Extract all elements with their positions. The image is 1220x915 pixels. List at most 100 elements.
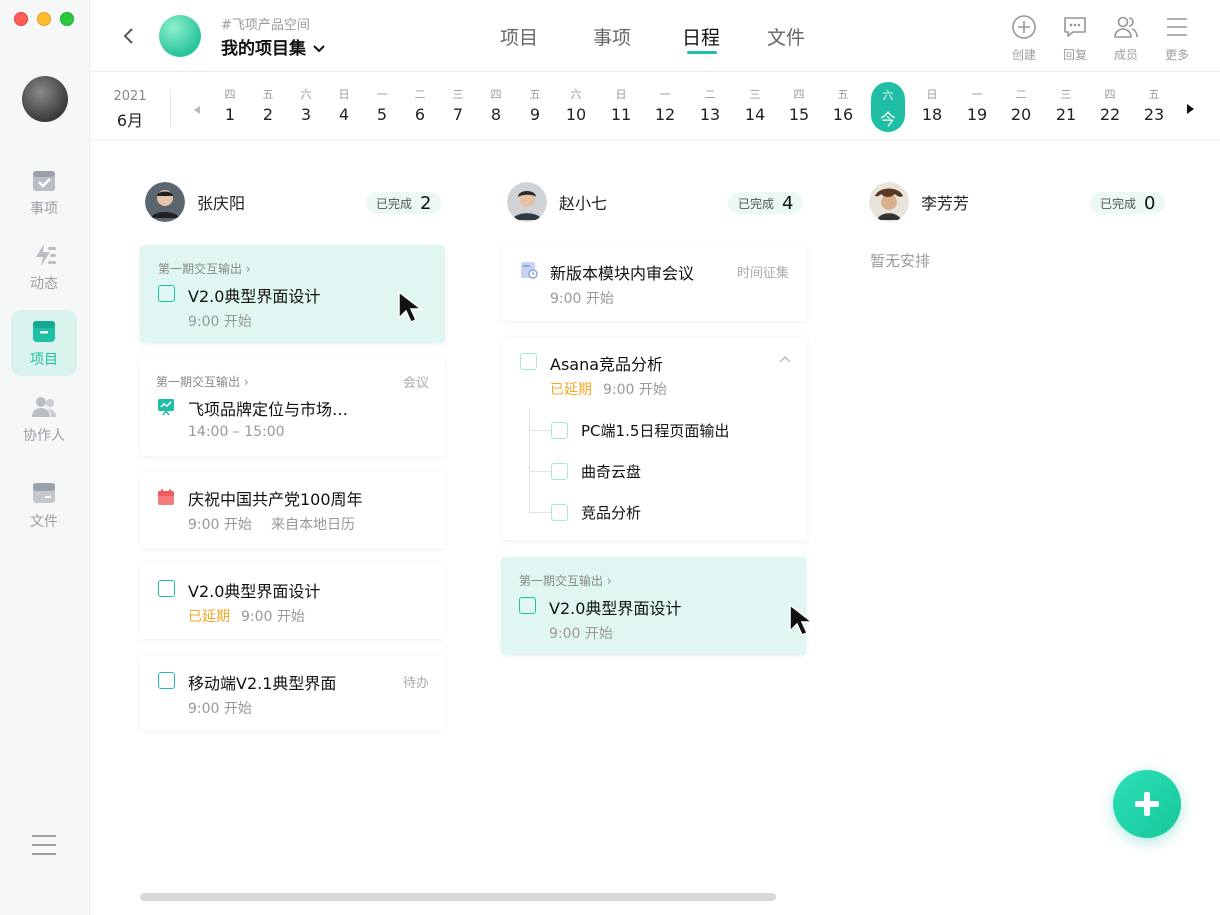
date-cell[interactable]: 一5 — [365, 86, 399, 124]
sidebar-item-files[interactable]: 文件 — [11, 472, 77, 538]
task-source: 来自本地日历 — [271, 517, 355, 533]
event-card[interactable]: 庆祝中国共产党100周年 9:00 开始 来自本地日历 — [140, 472, 445, 548]
weekday-label: 三 — [452, 88, 464, 101]
date-cell[interactable]: 六3 — [289, 86, 323, 124]
day-number: 11 — [610, 105, 632, 124]
task-card[interactable]: 第一期交互输出 › V2.0典型界面设计 9:00 开始 — [501, 557, 806, 655]
window-close-button[interactable] — [14, 12, 28, 26]
sidebar-item-tasks[interactable]: 事项 — [11, 159, 77, 225]
completed-label: 已完成 — [1100, 196, 1137, 211]
active-tab-indicator — [687, 51, 717, 54]
day-number: 15 — [788, 105, 810, 124]
task-context-link[interactable]: 第一期交互输出 › — [158, 260, 251, 277]
task-card[interactable]: 移动端V2.1典型界面 待办 9:00 开始 — [140, 655, 445, 731]
task-title: 飞项品牌定位与市场… — [188, 400, 349, 419]
task-checkbox[interactable] — [520, 353, 537, 370]
sidebar-item-projects[interactable]: 项目 — [11, 310, 77, 376]
task-time: 9:00 开始 — [188, 314, 252, 330]
header: #飞项产品空间 我的项目集 项目 事项 日程 文件 创建 回复 成员 更多 — [91, 0, 1220, 72]
subtask-checkbox[interactable] — [551, 504, 568, 521]
next-dates-arrow-icon[interactable] — [1187, 104, 1194, 114]
date-cell[interactable]: 四1 — [213, 86, 247, 124]
cursor-icon — [789, 603, 814, 636]
avatar[interactable] — [869, 182, 909, 222]
date-cell[interactable]: 五 16 — [826, 86, 860, 124]
horizontal-scrollbar[interactable] — [140, 893, 776, 901]
day-number: 1 — [224, 105, 236, 124]
avatar[interactable] — [507, 182, 547, 222]
back-icon[interactable] — [119, 24, 139, 48]
date-cell[interactable]: 四8 — [479, 86, 513, 124]
sidebar-item-label: 动态 — [30, 276, 58, 292]
date-cell[interactable]: 四 22 — [1093, 86, 1127, 124]
date-cell[interactable]: 日 11 — [604, 86, 638, 124]
subtask-title: PC端1.5日程页面输出 — [581, 422, 730, 440]
tab-schedule[interactable]: 日程 — [682, 23, 720, 50]
project-selector[interactable]: 我的项目集 — [221, 34, 326, 59]
task-checkbox[interactable] — [158, 672, 175, 689]
create-button[interactable]: 创建 — [1002, 14, 1046, 63]
weekday-label: 二 — [1015, 88, 1027, 101]
add-button[interactable] — [1113, 770, 1181, 838]
task-checkbox[interactable] — [158, 580, 175, 597]
task-context-link[interactable]: 第一期交互输出 › — [156, 373, 249, 390]
prev-dates-arrow-icon[interactable] — [194, 106, 200, 114]
overdue-label: 已延期 — [188, 609, 230, 625]
date-cell[interactable]: 四 15 — [782, 86, 816, 124]
day-number: 6 — [414, 105, 426, 124]
meeting-card[interactable]: 新版本模块内审会议 时间征集 9:00 开始 — [502, 245, 807, 321]
date-cell[interactable]: 二 20 — [1004, 86, 1038, 124]
date-cell[interactable]: 一 12 — [648, 86, 682, 124]
weekday-label: 日 — [338, 88, 350, 101]
weekday-label: 五 — [262, 88, 274, 101]
meeting-card[interactable]: 第一期交互输出 › 会议 飞项品牌定位与市场… 14:00 – 15:00 — [140, 358, 445, 456]
chevron-up-icon[interactable] — [779, 355, 791, 363]
task-checkbox[interactable] — [519, 597, 536, 614]
date-today[interactable]: 六今 — [871, 82, 905, 132]
date-cell[interactable]: 二 13 — [693, 86, 727, 124]
task-card[interactable]: V2.0典型界面设计 已延期 9:00 开始 — [140, 563, 445, 639]
date-cell[interactable]: 三7 — [441, 86, 475, 124]
task-card-with-subtasks[interactable]: Asana竞品分析 已延期 9:00 开始 PC端1.5日程页面输出 曲奇云盘 … — [502, 337, 807, 540]
weekday-label: 五 — [1148, 88, 1160, 101]
task-time: 9:00 开始 — [188, 701, 252, 717]
date-cell[interactable]: 三 21 — [1049, 86, 1083, 124]
user-avatar[interactable] — [22, 76, 68, 122]
task-context-link[interactable]: 第一期交互输出 › — [519, 572, 612, 589]
subtask-checkbox[interactable] — [551, 422, 568, 439]
tab-tasks[interactable]: 事项 — [593, 23, 631, 50]
sidebar-item-label: 协作人 — [23, 428, 65, 444]
tab-projects[interactable]: 项目 — [500, 23, 538, 50]
date-cell[interactable]: 三 14 — [738, 86, 772, 124]
menu-icon[interactable] — [30, 833, 58, 857]
window-maximize-button[interactable] — [60, 12, 74, 26]
day-number: 14 — [744, 105, 766, 124]
date-cell[interactable]: 五 23 — [1137, 86, 1171, 124]
members-icon — [1114, 16, 1138, 38]
subtask-tree-line — [529, 409, 530, 513]
task-checkbox[interactable] — [158, 285, 175, 302]
date-cell[interactable]: 五9 — [518, 86, 552, 124]
task-time: 14:00 – 15:00 — [188, 424, 285, 440]
more-button[interactable]: 更多 — [1155, 14, 1199, 63]
subtask-title: 竞品分析 — [581, 504, 642, 522]
file-tray-icon — [33, 483, 55, 503]
task-type-tag: 会议 — [402, 376, 429, 391]
sidebar-item-collaborators[interactable]: 协作人 — [11, 386, 77, 452]
date-cell[interactable]: 五2 — [251, 86, 285, 124]
date-cell[interactable]: 二6 — [403, 86, 437, 124]
members-button[interactable]: 成员 — [1104, 14, 1148, 63]
date-cell[interactable]: 日4 — [327, 86, 361, 124]
subtask-checkbox[interactable] — [551, 463, 568, 480]
date-cell[interactable]: 日 18 — [915, 86, 949, 124]
reply-button[interactable]: 回复 — [1053, 14, 1097, 63]
window-minimize-button[interactable] — [37, 12, 51, 26]
date-cell[interactable]: 六 10 — [559, 86, 593, 124]
avatar[interactable] — [145, 182, 185, 222]
day-number: 今 — [879, 110, 896, 129]
sidebar-item-activity[interactable]: 动态 — [11, 234, 77, 300]
date-cell[interactable]: 一 19 — [960, 86, 994, 124]
tab-files[interactable]: 文件 — [767, 23, 805, 50]
people-icon — [32, 397, 56, 417]
weekday-label: 五 — [529, 88, 541, 101]
